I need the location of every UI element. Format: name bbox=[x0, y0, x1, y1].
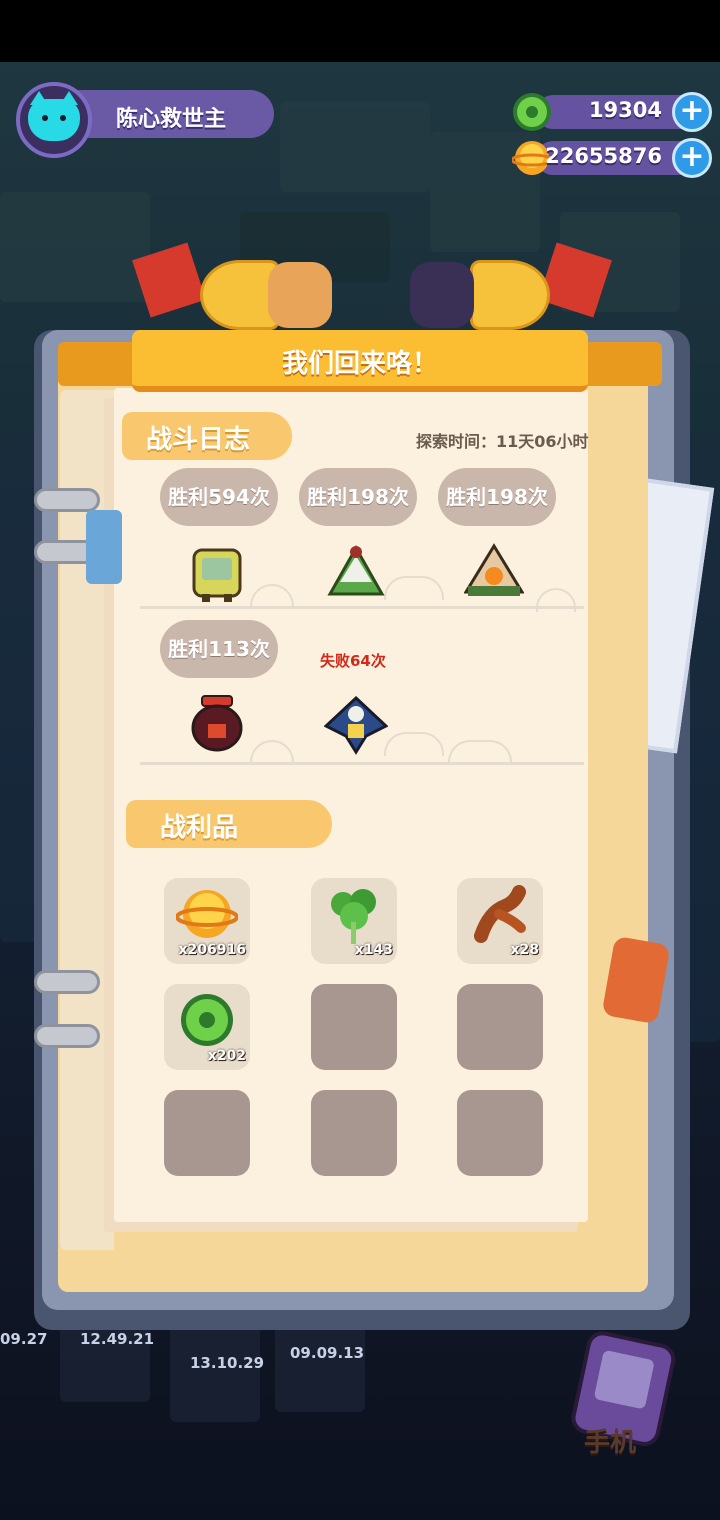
wine-jar-enemy-icon bbox=[188, 694, 246, 752]
loot-slot[interactable]: x28 bbox=[457, 878, 543, 964]
timer-label: 09.09.13 bbox=[290, 1344, 365, 1362]
loot-count: x202 bbox=[207, 1048, 246, 1064]
bush-outline bbox=[448, 740, 512, 764]
sponge-cake-enemy-icon bbox=[188, 546, 246, 604]
bush-outline bbox=[384, 732, 444, 756]
bush-outline bbox=[384, 576, 444, 600]
cat-trumpeter-icon bbox=[268, 262, 332, 328]
binder-clip-icon bbox=[86, 510, 122, 584]
gold-coin-value: 22655876 bbox=[545, 144, 662, 168]
battle-record-bubble: 胜利198次 bbox=[438, 468, 556, 526]
kite-bird-enemy-icon bbox=[323, 692, 389, 755]
shelf-line bbox=[140, 606, 584, 609]
phone-label: 手机 bbox=[584, 1428, 637, 1458]
gold-planet-coin-icon bbox=[175, 884, 239, 946]
battle-record-bubble: 胜利198次 bbox=[299, 468, 417, 526]
loot-count: x28 bbox=[510, 942, 539, 958]
battle-record-bubble: 胜利594次 bbox=[160, 468, 278, 526]
timer-label: 12.49.21 bbox=[80, 1330, 155, 1348]
loot-slot[interactable]: x206916 bbox=[164, 878, 250, 964]
loot-slot-empty bbox=[457, 1090, 543, 1176]
loot-count: x143 bbox=[354, 942, 393, 958]
binder-ring-icon bbox=[34, 970, 100, 994]
sausage-icon bbox=[469, 884, 531, 946]
add-green-coin-button[interactable]: + bbox=[672, 92, 712, 132]
cat-trumpeter-icon bbox=[410, 262, 474, 328]
battle-record-bubble: 胜利113次 bbox=[160, 620, 278, 678]
loot-slot[interactable]: x143 bbox=[311, 878, 397, 964]
loot-count: x206916 bbox=[178, 942, 246, 958]
zongzi-enemy-icon bbox=[326, 542, 385, 600]
player-profile[interactable]: 陈心救世主 bbox=[16, 82, 274, 158]
binder-ring-icon bbox=[34, 1024, 100, 1048]
cilantro-icon bbox=[323, 884, 385, 946]
loot-slot-empty bbox=[311, 1090, 397, 1176]
battle-record-fail: 失败64次 bbox=[320, 652, 386, 670]
battle-log-heading: 战斗日志 bbox=[146, 425, 251, 455]
loot-heading: 战利品 bbox=[160, 813, 239, 843]
resource-gold-coin: 22655876 + bbox=[510, 138, 712, 178]
loot-header: 战利品 bbox=[126, 800, 332, 848]
rice-dumpling-enemy-icon bbox=[463, 542, 525, 600]
loot-slot-empty bbox=[311, 984, 397, 1070]
green-coin-value: 19304 bbox=[588, 98, 662, 122]
player-name: 陈心救世主 bbox=[116, 107, 227, 132]
add-gold-coin-button[interactable]: + bbox=[672, 138, 712, 178]
timer-label: 13.10.29 bbox=[190, 1354, 265, 1372]
status-bar bbox=[0, 0, 720, 62]
timer-label: 09.27 bbox=[0, 1330, 48, 1348]
loot-slot-empty bbox=[457, 984, 543, 1070]
loot-slot-empty bbox=[164, 1090, 250, 1176]
binder-ring-icon bbox=[34, 488, 100, 512]
green-coin-icon bbox=[512, 92, 552, 132]
exploration-time: 探索时间：11天06小时 bbox=[416, 432, 589, 451]
battle-log-header: 战斗日志 bbox=[122, 412, 292, 460]
trumpet-icon bbox=[470, 260, 550, 330]
green-coin-icon bbox=[176, 990, 238, 1052]
loot-slot[interactable]: x202 bbox=[164, 984, 250, 1070]
modal-title: 我们回来咯！ bbox=[281, 349, 438, 379]
resource-green-coin: 19304 + bbox=[512, 92, 712, 132]
cat-face-icon[interactable] bbox=[16, 82, 92, 158]
shelf-line bbox=[140, 762, 584, 765]
